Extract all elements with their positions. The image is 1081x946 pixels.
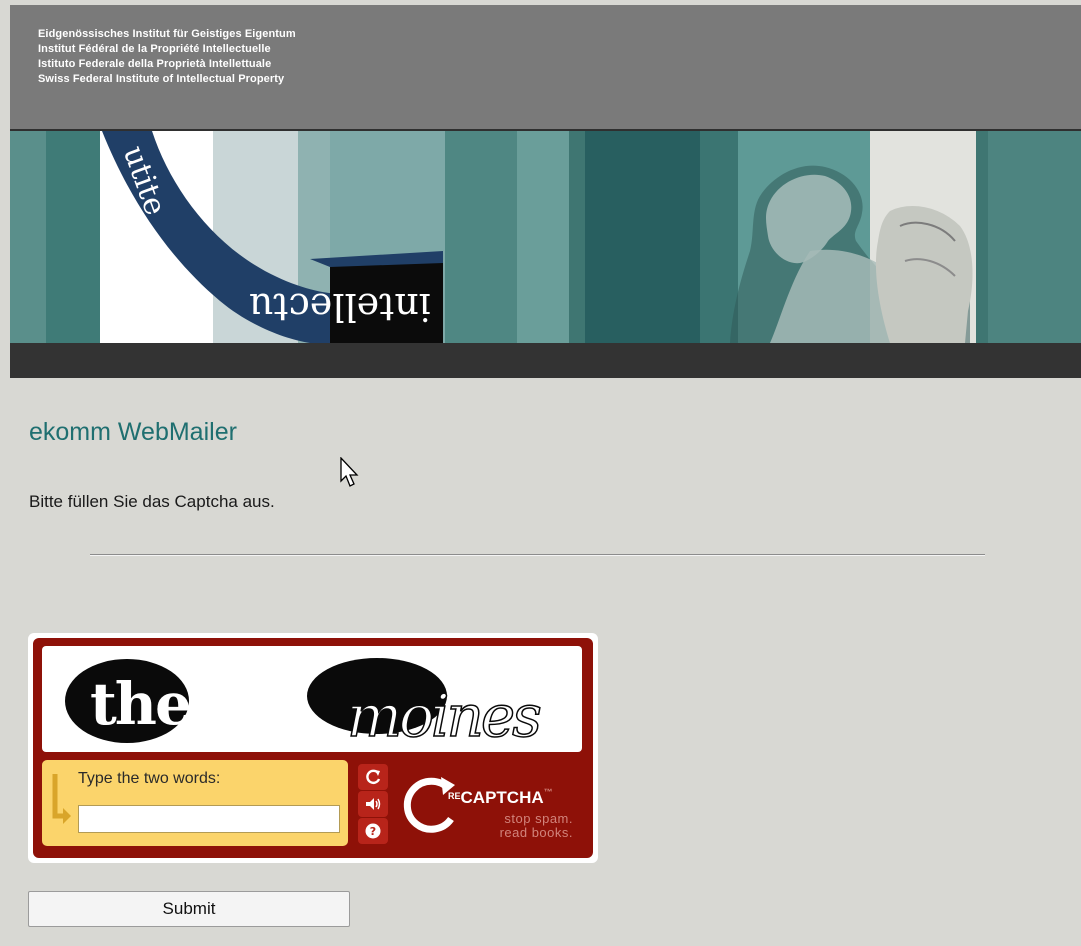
recaptcha-brand-name: CAPTCHA: [460, 788, 544, 807]
recaptcha-widget: the moines Type the two words: ? RECAPTC…: [28, 633, 598, 863]
institute-name: Eidgenössisches Institut für Geistiges E…: [38, 27, 296, 87]
submit-button[interactable]: Submit: [28, 891, 350, 927]
svg-text:?: ?: [370, 825, 376, 838]
mouse-cursor-icon: [340, 457, 359, 487]
recaptcha-trademark: ™: [543, 787, 553, 797]
captcha-help-button[interactable]: ?: [358, 818, 388, 844]
audio-icon: [366, 798, 381, 810]
banner-image: intellectu utite: [10, 131, 1081, 343]
header-banner: intellectu utite: [10, 131, 1081, 343]
captcha-refresh-button[interactable]: [358, 764, 388, 790]
recaptcha-brand: RECAPTCHA™: [448, 787, 553, 808]
captcha-input-panel: Type the two words:: [42, 760, 348, 846]
recaptcha-logo: RECAPTCHA™ stop spam. read books.: [401, 761, 581, 847]
institute-name-en: Swiss Federal Institute of Intellectual …: [38, 73, 285, 85]
captcha-response-input[interactable]: [78, 805, 340, 833]
page-title: ekomm WebMailer: [29, 418, 237, 446]
page: Eidgenössisches Institut für Geistiges E…: [10, 5, 1081, 946]
institute-name-it: Istituto Federale della Proprietà Intell…: [38, 58, 272, 70]
header-divider-bar: [10, 343, 1081, 378]
captcha-prompt: Type the two words:: [78, 770, 221, 787]
recaptcha-tagline-1: stop spam.: [504, 811, 573, 826]
help-icon: ?: [365, 823, 381, 839]
institute-name-de: Eidgenössisches Institut für Geistiges E…: [38, 28, 296, 40]
header: Eidgenössisches Institut für Geistiges E…: [10, 5, 1081, 131]
banner-ribbon-text: intellectu: [249, 285, 431, 329]
separator-line: [90, 554, 985, 556]
arrow-down-right-icon: [52, 774, 71, 824]
captcha-challenge-image: the moines: [42, 646, 582, 752]
captcha-word-1: the: [90, 670, 190, 738]
captcha-word-2: moines: [347, 682, 540, 750]
captcha-instruction: Bitte füllen Sie das Captcha aus.: [29, 492, 275, 511]
captcha-audio-button[interactable]: [358, 791, 388, 817]
recaptcha-brand-prefix: RE: [448, 791, 461, 801]
institute-name-fr: Institut Fédéral de la Propriété Intelle…: [38, 43, 271, 55]
captcha-words-image: the moines: [65, 658, 544, 751]
recaptcha-tagline-2: read books.: [499, 825, 573, 840]
refresh-icon: [366, 769, 381, 785]
recaptcha-body: the moines Type the two words: ? RECAPTC…: [33, 638, 593, 858]
